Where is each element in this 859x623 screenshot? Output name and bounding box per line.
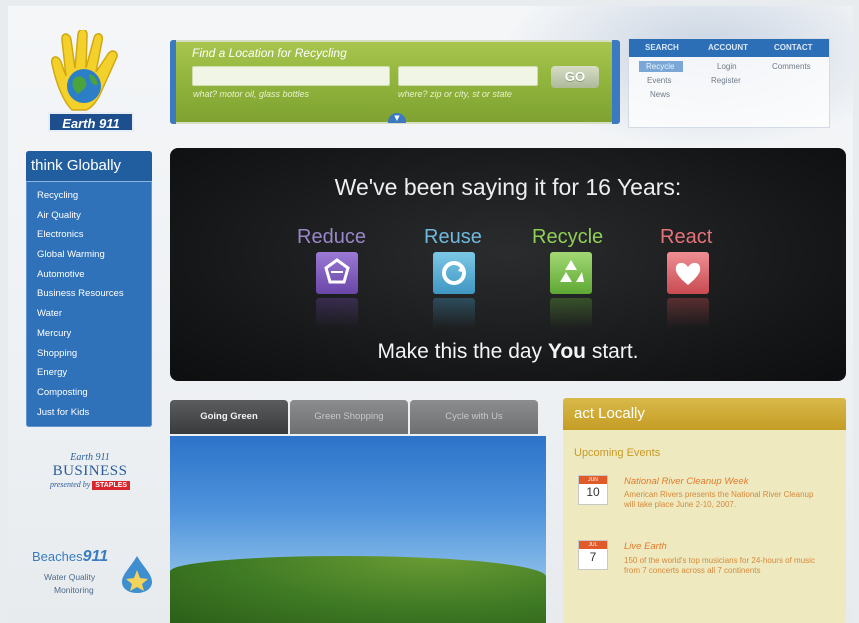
event-title-link[interactable]: Live Earth [624,541,667,552]
tagline-prefix: Make this the day [377,340,548,363]
sidebar-item-electronics[interactable]: Electronics [37,229,124,249]
nav-recycle-link[interactable]: Recycle [646,62,674,71]
beaches-name: Beaches [32,549,83,564]
what-input-hint: what? motor oil, glass bottles [193,89,310,99]
hero-tagline: Make this the day You start. [170,340,846,364]
react-label: React [660,226,713,248]
recycle-icon [550,252,592,294]
go-button[interactable]: GO [551,66,599,88]
act-locally-panel [563,398,846,623]
nav-account-header[interactable]: ACCOUNT [708,43,748,52]
sidebar-item-recycling[interactable]: Recycling [37,190,124,210]
reuse-icon [433,252,475,294]
event-month: JUN [579,476,607,484]
sidebar-item-mercury[interactable]: Mercury [37,328,124,348]
tagline-you: You [547,340,586,363]
beaches-line2: Monitoring [54,585,94,595]
event-description: American Rivers presents the National Ri… [624,490,814,509]
react-reflection [667,298,709,328]
think-globally-sidebar: think Globally Recycling Air Quality Ele… [26,151,152,427]
search-panel-edge-right [612,40,620,124]
event-description: 150 of the world's top musicians for 24-… [624,556,815,575]
sidebar-item-business-resources[interactable]: Business Resources [37,288,124,308]
beaches-number: 911 [82,548,109,565]
sidebar-item-global-warming[interactable]: Global Warming [37,249,124,269]
staples-logo: STAPLES [92,481,131,490]
earth911-business-promo[interactable]: Earth 911 BUSINESS presented by STAPLES [38,452,142,490]
nav-login-link[interactable]: Login [717,62,737,71]
act-locally-title: act Locally [574,405,645,422]
beaches-line1: Water Quality [44,572,96,582]
sidebar-item-composting[interactable]: Composting [37,387,124,407]
sidebar-item-just-for-kids[interactable]: Just for Kids [37,407,124,427]
earth911-logo[interactable]: Earth 911 [42,28,142,132]
sidebar-item-energy[interactable]: Energy [37,367,124,387]
nav-comments-link[interactable]: Comments [772,62,811,71]
water-drop-icon [122,556,152,593]
where-input-hint: where? zip or city, st or state [398,89,512,99]
sidebar-title: think Globally [31,157,122,174]
event-day: 10 [586,485,600,499]
tagline-suffix: start. [586,340,639,363]
logo-text: Earth 911 [48,112,134,132]
reuse-reflection [433,298,475,328]
content-tabs: Going Green Green Shopping Cycle with Us [170,400,546,436]
where-input[interactable] [398,66,538,86]
sidebar-item-shopping[interactable]: Shopping [37,348,124,368]
search-title: Find a Location for Recycling [192,46,347,60]
search-panel-edge-left [170,40,176,124]
sidebar-list: Recycling Air Quality Electronics Global… [37,190,124,426]
sidebar-header: think Globally [26,151,152,182]
business-promo-top: Earth 911 [70,452,110,463]
calendar-icon: JUL 7 [578,540,608,570]
tab-cycle-with-us[interactable]: Cycle with Us [410,400,538,434]
event-day: 7 [589,550,597,564]
nav-events-link[interactable]: Events [647,76,671,85]
reduce-reflection [316,298,358,328]
calendar-icon: JUN 10 [578,475,608,505]
reuse-label: Reuse [424,226,482,248]
event-month: JUL [579,541,607,549]
tab-green-shopping[interactable]: Green Shopping [290,400,408,434]
sidebar-item-water[interactable]: Water [37,308,124,328]
hero-title: We've been saying it for 16 Years: [334,174,682,200]
nav-search-header[interactable]: SEARCH [645,43,679,52]
reduce-label: Reduce [297,226,366,248]
business-promo-title: BUSINESS [52,463,128,479]
grass-hill-image [170,556,546,623]
reduce-icon [316,252,358,294]
top-nav-header: SEARCH ACCOUNT CONTACT [629,39,829,57]
sidebar-item-air-quality[interactable]: Air Quality [37,210,124,230]
recycle-label: Recycle [532,226,604,248]
nav-news-link[interactable]: News [650,90,670,99]
hand-globe-icon [50,28,118,111]
business-promo-by: presented by [49,480,91,489]
sidebar-item-automotive[interactable]: Automotive [37,269,124,289]
what-input[interactable] [192,66,390,86]
top-nav: SEARCH ACCOUNT CONTACT Recycle Events Ne… [628,38,830,128]
react-heart-icon [667,252,709,294]
tab-going-green[interactable]: Going Green [170,400,288,434]
nav-register-link[interactable]: Register [711,76,741,85]
recycle-reflection [550,298,592,328]
upcoming-events-heading: Upcoming Events [574,447,661,459]
event-title-link[interactable]: National River Cleanup Week [624,476,748,487]
nav-contact-header[interactable]: CONTACT [774,43,813,52]
